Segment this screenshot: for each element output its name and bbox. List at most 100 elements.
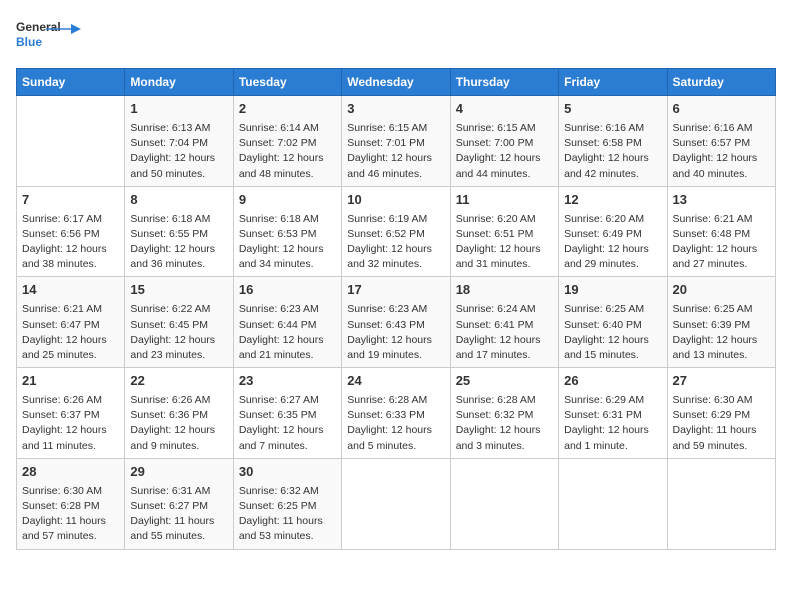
cell-text: and 55 minutes. (130, 529, 227, 544)
calendar-cell: 15Sunrise: 6:22 AMSunset: 6:45 PMDayligh… (125, 277, 233, 368)
week-row-3: 14Sunrise: 6:21 AMSunset: 6:47 PMDayligh… (17, 277, 776, 368)
day-number: 1 (130, 100, 227, 119)
cell-text: Daylight: 12 hours (22, 423, 119, 438)
cell-text: Sunset: 6:57 PM (673, 136, 770, 151)
cell-text: Daylight: 11 hours (239, 514, 336, 529)
cell-text: Sunrise: 6:25 AM (564, 302, 661, 317)
cell-text: Sunset: 6:47 PM (22, 318, 119, 333)
day-number: 4 (456, 100, 553, 119)
cell-text: and 57 minutes. (22, 529, 119, 544)
calendar-cell: 22Sunrise: 6:26 AMSunset: 6:36 PMDayligh… (125, 368, 233, 459)
cell-text: and 19 minutes. (347, 348, 444, 363)
cell-text: Sunset: 7:02 PM (239, 136, 336, 151)
cell-text: Sunset: 6:48 PM (673, 227, 770, 242)
calendar-cell: 8 Sunrise: 6:18 AMSunset: 6:55 PMDaylight… (125, 186, 233, 277)
cell-text: Sunrise: 6:28 AM (456, 393, 553, 408)
cell-text: Sunrise: 6:31 AM (130, 484, 227, 499)
cell-text: Daylight: 12 hours (22, 242, 119, 257)
week-row-2: 7Sunrise: 6:17 AMSunset: 6:56 PMDaylight… (17, 186, 776, 277)
cell-text: and 17 minutes. (456, 348, 553, 363)
logo-icon: General Blue (16, 16, 86, 56)
day-number: 30 (239, 463, 336, 482)
week-row-5: 28Sunrise: 6:30 AMSunset: 6:28 PMDayligh… (17, 458, 776, 549)
calendar-table: SundayMondayTuesdayWednesdayThursdayFrid… (16, 68, 776, 550)
cell-text: and 9 minutes. (130, 439, 227, 454)
cell-text: Sunrise: 6:13 AM (130, 121, 227, 136)
header-day-tuesday: Tuesday (233, 69, 341, 96)
cell-text: and 42 minutes. (564, 167, 661, 182)
calendar-cell (450, 458, 558, 549)
cell-text: and 1 minute. (564, 439, 661, 454)
cell-text: Sunrise: 6:14 AM (239, 121, 336, 136)
day-number: 25 (456, 372, 553, 391)
cell-text: Sunset: 6:55 PM (130, 227, 227, 242)
cell-text: and 53 minutes. (239, 529, 336, 544)
cell-text: Sunset: 6:29 PM (673, 408, 770, 423)
header-day-monday: Monday (125, 69, 233, 96)
cell-text: Sunrise: 6:21 AM (673, 212, 770, 227)
week-row-1: 1Sunrise: 6:13 AMSunset: 7:04 PMDaylight… (17, 96, 776, 187)
week-row-4: 21Sunrise: 6:26 AMSunset: 6:37 PMDayligh… (17, 368, 776, 459)
cell-text: Sunrise: 6:23 AM (347, 302, 444, 317)
day-number: 2 (239, 100, 336, 119)
day-number: 24 (347, 372, 444, 391)
cell-text: and 38 minutes. (22, 257, 119, 272)
cell-text: and 40 minutes. (673, 167, 770, 182)
cell-text: Daylight: 12 hours (239, 242, 336, 257)
calendar-body: 1Sunrise: 6:13 AMSunset: 7:04 PMDaylight… (17, 96, 776, 550)
cell-text: Sunrise: 6:20 AM (564, 212, 661, 227)
day-number: 3 (347, 100, 444, 119)
cell-text: Sunrise: 6:21 AM (22, 302, 119, 317)
day-number: 10 (347, 191, 444, 210)
cell-text: and 15 minutes. (564, 348, 661, 363)
day-number: 8 (130, 191, 227, 210)
day-number: 26 (564, 372, 661, 391)
cell-text: Sunset: 6:31 PM (564, 408, 661, 423)
cell-text: and 59 minutes. (673, 439, 770, 454)
cell-text: Sunrise: 6:20 AM (456, 212, 553, 227)
cell-text: Sunrise: 6:15 AM (456, 121, 553, 136)
day-number: 7 (22, 191, 119, 210)
cell-text: Sunrise: 6:19 AM (347, 212, 444, 227)
calendar-cell: 25Sunrise: 6:28 AMSunset: 6:32 PMDayligh… (450, 368, 558, 459)
cell-text: Daylight: 12 hours (673, 242, 770, 257)
calendar-cell: 7Sunrise: 6:17 AMSunset: 6:56 PMDaylight… (17, 186, 125, 277)
calendar-cell (559, 458, 667, 549)
day-number: 29 (130, 463, 227, 482)
cell-text: Sunset: 6:45 PM (130, 318, 227, 333)
cell-text: Sunset: 6:52 PM (347, 227, 444, 242)
day-number: 21 (22, 372, 119, 391)
cell-text: Daylight: 12 hours (239, 151, 336, 166)
cell-text: Sunrise: 6:18 AM (130, 212, 227, 227)
cell-text: Daylight: 12 hours (347, 333, 444, 348)
cell-text: Sunrise: 6:25 AM (673, 302, 770, 317)
calendar-cell: 21Sunrise: 6:26 AMSunset: 6:37 PMDayligh… (17, 368, 125, 459)
cell-text: Daylight: 12 hours (564, 242, 661, 257)
cell-text: and 3 minutes. (456, 439, 553, 454)
cell-text: and 36 minutes. (130, 257, 227, 272)
cell-text: Daylight: 12 hours (130, 242, 227, 257)
calendar-cell: 12Sunrise: 6:20 AMSunset: 6:49 PMDayligh… (559, 186, 667, 277)
calendar-cell: 2 Sunrise: 6:14 AMSunset: 7:02 PMDaylight… (233, 96, 341, 187)
cell-text: Sunset: 6:53 PM (239, 227, 336, 242)
cell-text: Daylight: 12 hours (456, 151, 553, 166)
cell-text: Sunrise: 6:16 AM (564, 121, 661, 136)
day-number: 27 (673, 372, 770, 391)
cell-text: and 32 minutes. (347, 257, 444, 272)
calendar-cell: 1Sunrise: 6:13 AMSunset: 7:04 PMDaylight… (125, 96, 233, 187)
cell-text: Sunrise: 6:23 AM (239, 302, 336, 317)
cell-text: Daylight: 12 hours (564, 151, 661, 166)
cell-text: Daylight: 12 hours (239, 423, 336, 438)
cell-text: Daylight: 12 hours (22, 333, 119, 348)
cell-text: and 29 minutes. (564, 257, 661, 272)
cell-text: Sunset: 6:25 PM (239, 499, 336, 514)
cell-text: Daylight: 12 hours (130, 151, 227, 166)
calendar-cell: 5Sunrise: 6:16 AMSunset: 6:58 PMDaylight… (559, 96, 667, 187)
calendar-cell: 27Sunrise: 6:30 AMSunset: 6:29 PMDayligh… (667, 368, 775, 459)
day-number: 17 (347, 281, 444, 300)
cell-text: and 13 minutes. (673, 348, 770, 363)
calendar-cell (342, 458, 450, 549)
cell-text: Daylight: 12 hours (456, 242, 553, 257)
cell-text: Sunrise: 6:27 AM (239, 393, 336, 408)
day-number: 11 (456, 191, 553, 210)
